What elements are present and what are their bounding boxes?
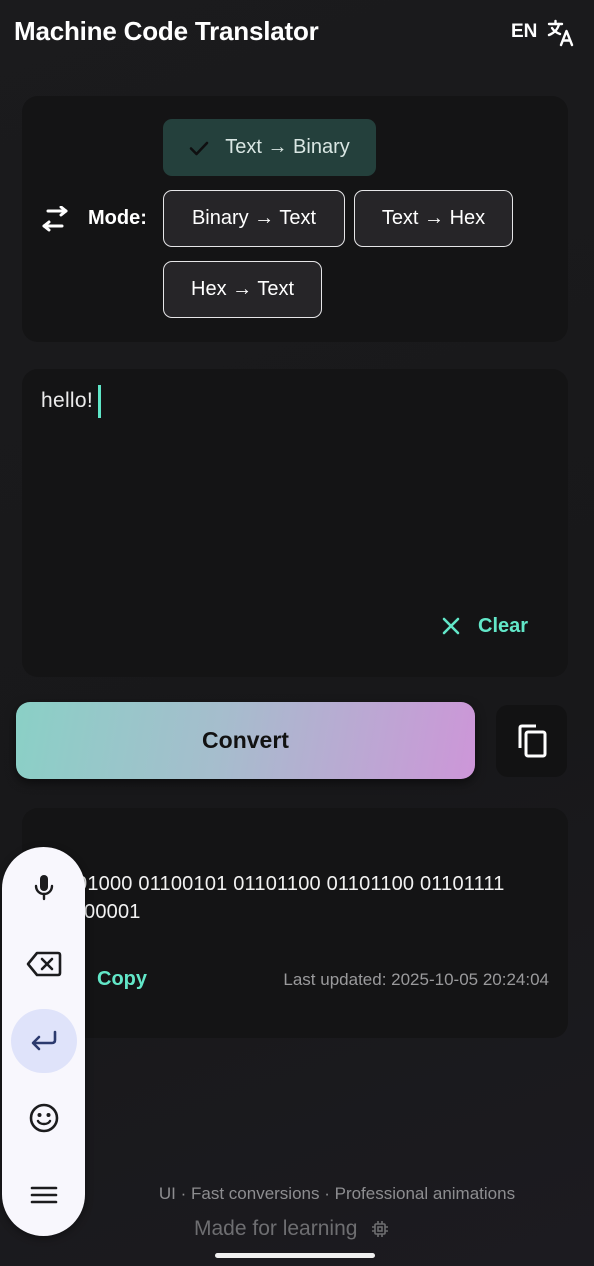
text-caret — [98, 385, 101, 418]
copy-button[interactable]: Copy — [97, 968, 147, 991]
emoji-button[interactable] — [11, 1086, 77, 1150]
backspace-icon — [26, 951, 62, 977]
enter-button[interactable] — [11, 1009, 77, 1073]
enter-icon — [31, 1030, 57, 1051]
chip-icon — [372, 1221, 389, 1237]
output-line: 01000 01100101 01101100 01101100 0110111… — [76, 873, 505, 895]
mode-chip-text-to-binary[interactable]: Text → Binary — [163, 119, 376, 176]
mode-chip-label: Text → Binary — [225, 136, 350, 158]
output-text: 01000 01100101 01101100 01101100 0110111… — [40, 870, 550, 926]
app-bar: Machine Code Translator EN — [0, 0, 594, 66]
clear-button[interactable]: Clear — [440, 612, 528, 640]
translate-icon[interactable] — [546, 18, 576, 48]
menu-button[interactable] — [11, 1163, 77, 1227]
mode-chip-binary-to-text[interactable]: Binary → Text — [163, 190, 345, 247]
close-icon — [442, 617, 460, 635]
voice-input-button[interactable] — [11, 855, 77, 919]
mic-icon — [34, 875, 54, 901]
last-updated: Last updated: 2025-10-05 20:24:04 — [283, 970, 549, 989]
footer-made-text: Made for learning — [194, 1217, 358, 1240]
footer-features-text: UI · Fast conversions · Professional ani… — [158, 1184, 516, 1203]
output-line: 00001 — [84, 901, 141, 923]
clear-label: Clear — [478, 614, 529, 637]
mode-chip-hex-to-text[interactable]: Hex → Text — [163, 261, 322, 318]
mode-chip-label: Hex → Text — [191, 278, 294, 300]
content-copy-icon — [518, 724, 546, 758]
footer-features: UI · Fast conversions · Professional ani… — [40, 1184, 550, 1204]
app-title: Machine Code Translator — [14, 16, 319, 46]
swap-horiz-icon — [42, 206, 68, 232]
mode-chip-label: Binary → Text — [191, 207, 317, 229]
backspace-button[interactable] — [11, 932, 77, 996]
convert-button[interactable]: Convert — [16, 702, 475, 779]
input-value[interactable]: hello! — [41, 389, 93, 413]
mode-chip-label: Text → Hex — [381, 207, 486, 229]
mode-label: Mode: — [88, 207, 147, 229]
app-screen: Machine Code Translator EN Mode: Text → … — [0, 0, 594, 1266]
check-icon — [189, 141, 209, 155]
copy-output-button[interactable] — [496, 705, 567, 777]
home-indicator[interactable] — [215, 1253, 375, 1258]
convert-label: Convert — [202, 727, 289, 753]
mode-chip-text-to-hex[interactable]: Text → Hex — [354, 190, 513, 247]
menu-icon — [30, 1186, 58, 1204]
emoji-icon — [29, 1103, 59, 1133]
keyboard-toolbar — [2, 847, 85, 1236]
language-code[interactable]: EN — [511, 21, 537, 43]
footer-made-for: Made for learning — [194, 1217, 389, 1241]
